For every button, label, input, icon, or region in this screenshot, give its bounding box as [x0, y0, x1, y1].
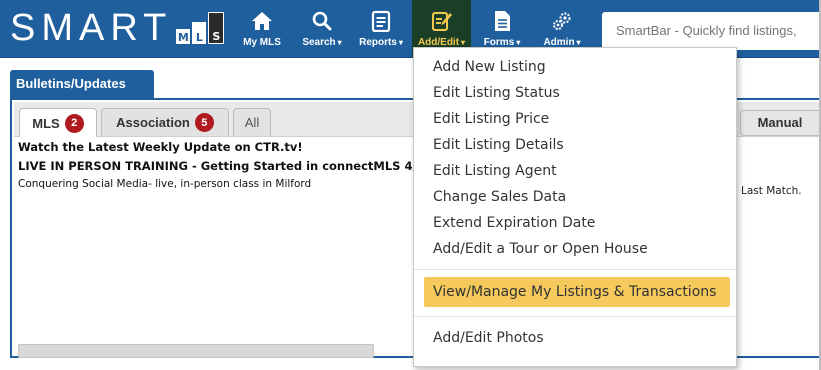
- nav-search[interactable]: Search ▾: [296, 0, 348, 57]
- gears-icon: [551, 10, 573, 32]
- tab-label: MLS: [32, 115, 60, 131]
- nav-my-mls[interactable]: My MLS: [237, 0, 287, 57]
- tab-association[interactable]: Association 5: [101, 108, 229, 136]
- caret-down-icon: ▾: [461, 38, 466, 47]
- count-badge: 5: [194, 113, 214, 132]
- count-badge: 2: [64, 113, 84, 133]
- tab-mls[interactable]: MLS 2: [19, 108, 97, 137]
- add-edit-dropdown-menu: Add New Listing Edit Listing Status Edit…: [413, 47, 737, 367]
- last-match-label: Last Match.: [741, 185, 802, 197]
- manual-button[interactable]: Manual: [740, 110, 820, 136]
- logo-box-l: L: [192, 22, 207, 44]
- logo-mls-boxes: M L S: [176, 12, 226, 44]
- edit-icon: [431, 10, 453, 32]
- tab-label: Association: [116, 115, 190, 130]
- bulletin-item[interactable]: Watch the Latest Weekly Update on CTR.tv…: [18, 140, 303, 154]
- nav-label: Reports: [359, 37, 397, 48]
- menu-item-add-edit-tour-open-house[interactable]: Add/Edit a Tour or Open House: [433, 237, 648, 261]
- document-icon: [493, 10, 511, 32]
- logo-wordmark: SMART: [10, 7, 173, 49]
- bulletin-item[interactable]: LIVE IN PERSON TRAINING - Getting Starte…: [18, 159, 425, 173]
- caret-down-icon: ▾: [337, 38, 342, 47]
- home-icon: [251, 10, 273, 32]
- menu-item-add-new-listing[interactable]: Add New Listing: [433, 55, 546, 79]
- menu-item-change-sales-data[interactable]: Change Sales Data: [433, 185, 566, 209]
- menu-item-edit-listing-price[interactable]: Edit Listing Price: [433, 107, 549, 131]
- menu-item-edit-listing-agent[interactable]: Edit Listing Agent: [433, 159, 557, 183]
- menu-item-view-manage-listings-transactions[interactable]: View/Manage My Listings & Transactions: [424, 277, 730, 307]
- nav-label: My MLS: [243, 37, 281, 48]
- menu-item-add-edit-photos[interactable]: Add/Edit Photos: [433, 326, 544, 350]
- tab-all[interactable]: All: [233, 108, 271, 136]
- nav-label: Search: [302, 37, 336, 48]
- menu-item-extend-expiration-date[interactable]: Extend Expiration Date: [433, 211, 595, 235]
- search-icon: [312, 10, 332, 32]
- menu-item-edit-listing-status[interactable]: Edit Listing Status: [433, 81, 560, 105]
- horizontal-scrollbar[interactable]: [18, 344, 374, 358]
- bulletin-item[interactable]: Conquering Social Media- live, in-person…: [18, 178, 311, 190]
- caret-down-icon: ▾: [516, 38, 521, 47]
- tab-label: All: [244, 115, 260, 130]
- menu-item-label: View/Manage My Listings & Transactions: [433, 284, 717, 300]
- logo-box-s: S: [208, 12, 225, 44]
- menu-divider: [414, 269, 736, 270]
- smartbar-search-input[interactable]: [602, 12, 821, 50]
- logo-box-m: M: [176, 29, 191, 44]
- menu-divider: [414, 316, 736, 317]
- menu-item-edit-listing-details[interactable]: Edit Listing Details: [433, 133, 564, 157]
- nav-reports[interactable]: Reports ▾: [354, 0, 408, 57]
- smart-mls-logo[interactable]: SMART M L S: [10, 8, 226, 48]
- caret-down-icon: ▾: [398, 38, 403, 47]
- bulletins-section-title: Bulletins/Updates: [10, 70, 154, 98]
- caret-down-icon: ▾: [576, 38, 581, 47]
- clipboard-icon: [371, 10, 391, 32]
